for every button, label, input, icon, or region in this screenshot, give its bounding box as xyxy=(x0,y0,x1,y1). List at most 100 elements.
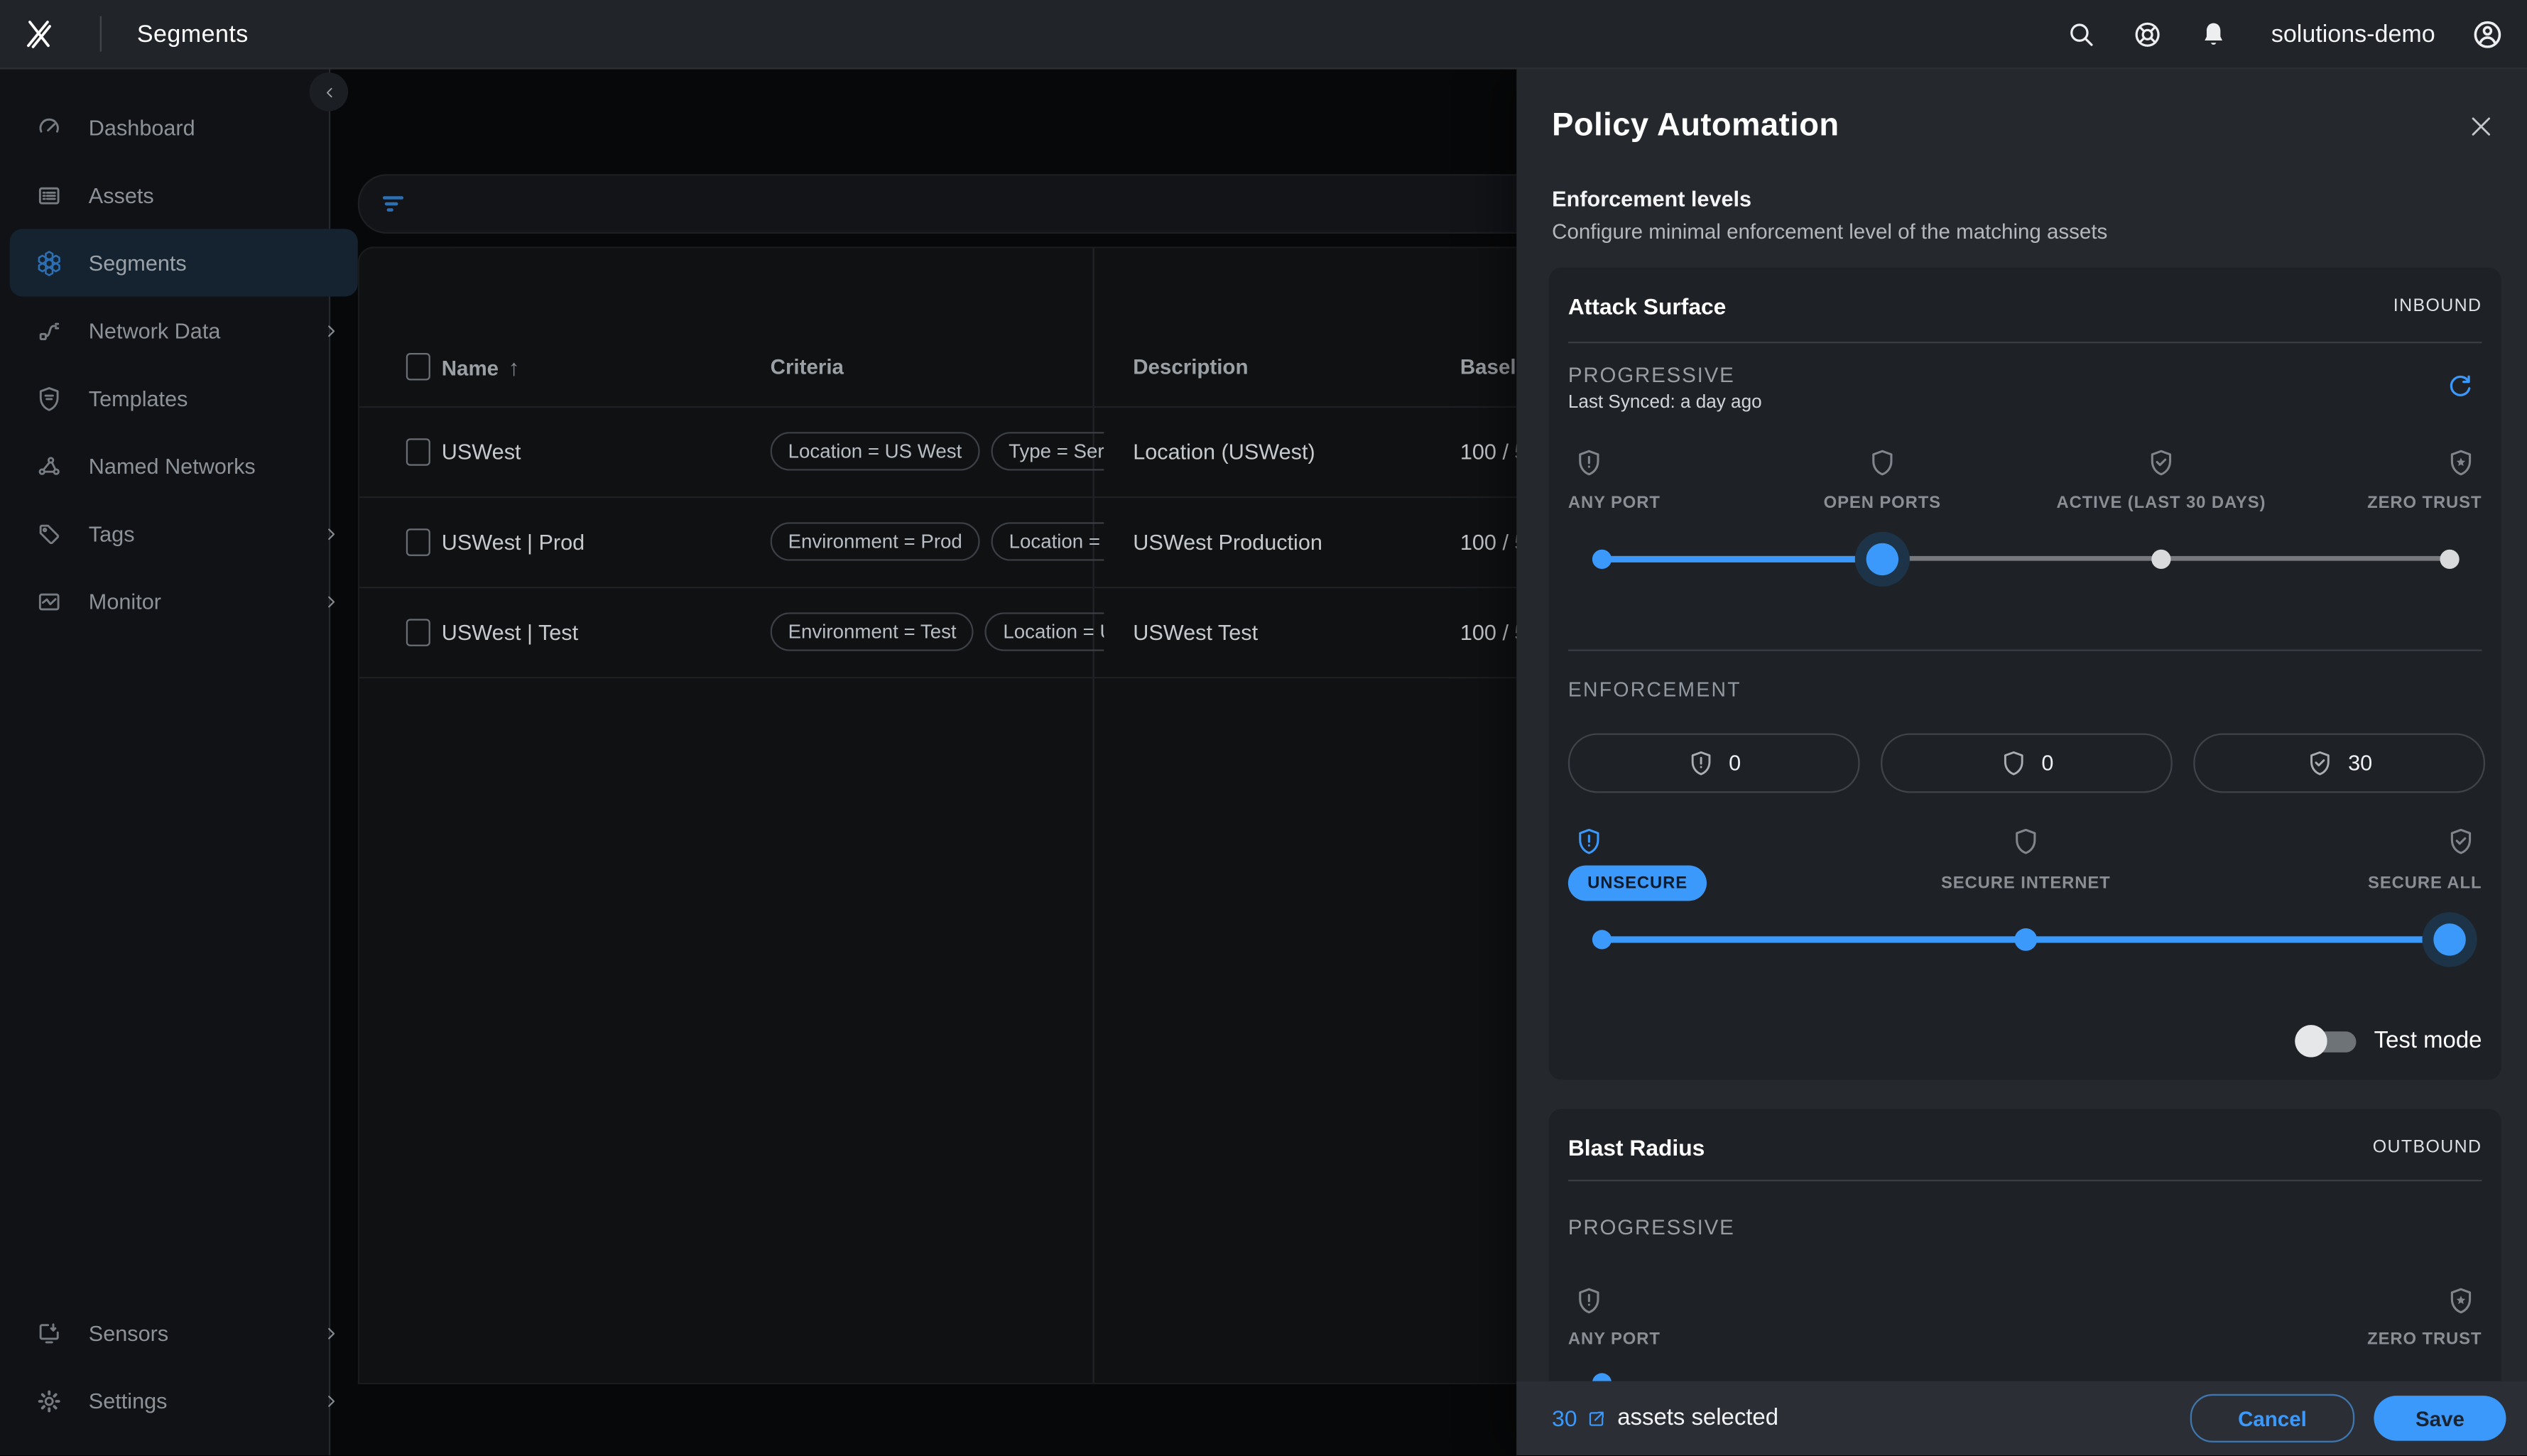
stop-label-zero-trust[interactable]: ZERO TRUST xyxy=(2367,1330,2482,1349)
slider-stop-dot[interactable] xyxy=(1592,548,1612,568)
attack-surface-title: Attack Surface xyxy=(1567,293,1727,320)
sidebar-item-label: Settings xyxy=(88,1388,168,1413)
enforcement-level-slider-thumb[interactable] xyxy=(2433,923,2466,955)
sidebar-item-segments[interactable]: Segments xyxy=(9,229,358,297)
chevron-right-icon xyxy=(328,325,335,337)
inbound-label: INBOUND xyxy=(2393,296,2482,316)
account-avatar-icon[interactable] xyxy=(2471,17,2505,51)
outbound-label: OUTBOUND xyxy=(2372,1138,2482,1158)
card-divider xyxy=(1567,649,2482,651)
criteria-chip: Location = US West xyxy=(770,432,980,471)
criteria-chip: Environment = Prod xyxy=(770,522,980,561)
attack-surface-slider-thumb[interactable] xyxy=(1866,542,1899,575)
stop-label-open-ports[interactable]: OPEN PORTS xyxy=(1824,493,1941,512)
shield-alert-icon xyxy=(1575,827,1604,856)
sidebar: Dashboard Assets Segments Network Data T… xyxy=(0,67,358,1456)
header-description[interactable]: Description xyxy=(1104,354,1460,379)
row-name: USWest | Test xyxy=(441,619,579,644)
sidebar-item-label: Segments xyxy=(88,250,187,275)
row-checkbox[interactable] xyxy=(406,528,430,555)
assets-selected-label: assets selected xyxy=(1617,1405,1779,1431)
stop-label-zero-trust[interactable]: ZERO TRUST xyxy=(2367,493,2482,512)
slider-stop-dot[interactable] xyxy=(2151,548,2171,568)
stop-label-any-port[interactable]: ANY PORT xyxy=(1568,493,1661,512)
chevron-right-icon xyxy=(328,595,335,607)
notifications-bell-icon[interactable] xyxy=(2199,18,2229,49)
sidebar-item-assets[interactable]: Assets xyxy=(10,161,358,229)
last-synced-label: Last Synced: a day ago xyxy=(1567,393,1762,413)
row-select-cell xyxy=(359,438,430,465)
progressive-label: PROGRESSIVE xyxy=(1567,1215,1735,1239)
panel-footer: 30 assets selected Cancel Save xyxy=(1516,1381,2527,1456)
cancel-button[interactable]: Cancel xyxy=(2190,1393,2355,1443)
row-criteria: Environment = Test Location = US West xyxy=(770,612,1104,651)
panel-title: Policy Automation xyxy=(1552,108,1839,143)
card-divider xyxy=(1567,342,2482,344)
shield-star-icon xyxy=(2447,448,2476,477)
row-description: Location (USWest) xyxy=(1133,439,1315,464)
level-label-secure-internet[interactable]: SECURE INTERNET xyxy=(1941,874,2111,893)
slider-stop-dot[interactable] xyxy=(2014,927,2038,950)
header-select-cell xyxy=(359,352,430,381)
save-button[interactable]: Save xyxy=(2374,1396,2506,1441)
tags-icon xyxy=(39,523,60,544)
chevron-left-icon xyxy=(325,87,332,97)
sidebar-item-label: Dashboard xyxy=(88,115,195,140)
blast-radius-title: Blast Radius xyxy=(1567,1134,1705,1161)
table-row[interactable]: USWest | Prod Environment = Prod Locatio… xyxy=(359,496,1518,589)
row-checkbox[interactable] xyxy=(406,438,430,465)
table-header-row: Name ↑ Criteria Description Baseline / xyxy=(359,327,1518,408)
shield-alert-icon xyxy=(1575,448,1604,477)
slider-stop-dot[interactable] xyxy=(1592,929,1612,949)
attack-surface-slider[interactable] xyxy=(1592,542,2460,575)
help-lifebuoy-icon[interactable] xyxy=(2133,18,2163,49)
sidebar-item-tags[interactable]: Tags xyxy=(10,499,358,567)
enforcement-count-unsecure[interactable]: 0 xyxy=(1567,733,1860,793)
account-name[interactable]: solutions-demo xyxy=(2271,20,2435,48)
sidebar-item-dashboard[interactable]: Dashboard xyxy=(10,94,358,161)
row-checkbox[interactable] xyxy=(406,618,430,646)
assets-selected-link[interactable]: 30 xyxy=(1552,1406,1606,1431)
sidebar-item-network-data[interactable]: Network Data xyxy=(10,297,358,364)
header-baseline[interactable]: Baseline / xyxy=(1460,354,1518,379)
table-row[interactable]: USWest | Test Environment = Test Locatio… xyxy=(359,587,1518,679)
sidebar-item-label: Sensors xyxy=(88,1320,169,1345)
slider-stop-dot[interactable] xyxy=(1592,1373,1612,1381)
enforcement-level-slider[interactable] xyxy=(1592,923,2466,955)
chevron-right-icon xyxy=(328,528,335,539)
stop-label-active-30-days[interactable]: ACTIVE (LAST 30 DAYS) xyxy=(2056,493,2266,512)
table-row[interactable]: USWest Location = US West Type = Server … xyxy=(359,406,1518,499)
header-name[interactable]: Name ↑ xyxy=(430,354,771,379)
blast-radius-card: Blast Radius OUTBOUND PROGRESSIVE ANY PO… xyxy=(1548,1109,2501,1381)
sidebar-item-templates[interactable]: Templates xyxy=(10,364,358,432)
refresh-icon[interactable] xyxy=(2445,372,2475,403)
sidebar-collapse-button[interactable] xyxy=(309,72,349,112)
test-mode-toggle[interactable] xyxy=(2295,1025,2359,1058)
sidebar-item-named-networks[interactable]: Named Networks xyxy=(10,432,358,499)
sidebar-item-monitor[interactable]: Monitor xyxy=(10,567,358,635)
slider-stop-dot[interactable] xyxy=(2440,548,2460,568)
shield-icon xyxy=(1872,450,1893,476)
enforcement-label: ENFORCEMENT xyxy=(1567,678,1741,702)
select-all-checkbox[interactable] xyxy=(406,352,430,381)
filter-icon[interactable] xyxy=(381,192,405,216)
row-select-cell xyxy=(359,528,430,555)
sort-ascending-icon[interactable]: ↑ xyxy=(509,354,520,379)
close-icon[interactable] xyxy=(2467,113,2495,141)
sidebar-item-label: Network Data xyxy=(88,318,221,343)
sidebar-item-sensors[interactable]: Sensors xyxy=(10,1299,358,1367)
enforcement-count-secure-internet[interactable]: 0 xyxy=(1881,733,2173,793)
search-icon[interactable] xyxy=(2067,18,2097,49)
level-label-secure-all[interactable]: SECURE ALL xyxy=(2368,874,2482,893)
sidebar-item-settings[interactable]: Settings xyxy=(10,1367,358,1434)
stop-label-any-port[interactable]: ANY PORT xyxy=(1568,1330,1661,1349)
test-mode-control[interactable]: Test mode xyxy=(2295,1025,2482,1058)
attack-surface-card: Attack Surface INBOUND PROGRESSIVE Last … xyxy=(1548,267,2501,1080)
header-criteria[interactable]: Criteria xyxy=(771,354,1104,379)
header-baseline-label: Baseline / xyxy=(1460,354,1518,379)
panel-body: Policy Automation Enforcement levels Con… xyxy=(1516,67,2527,1381)
enforcement-count-secure-all[interactable]: 30 xyxy=(2193,733,2485,793)
level-chip-unsecure[interactable]: UNSECURE xyxy=(1567,865,1707,901)
shield-alert-icon xyxy=(1687,749,1714,777)
sensors-icon xyxy=(39,1322,59,1343)
